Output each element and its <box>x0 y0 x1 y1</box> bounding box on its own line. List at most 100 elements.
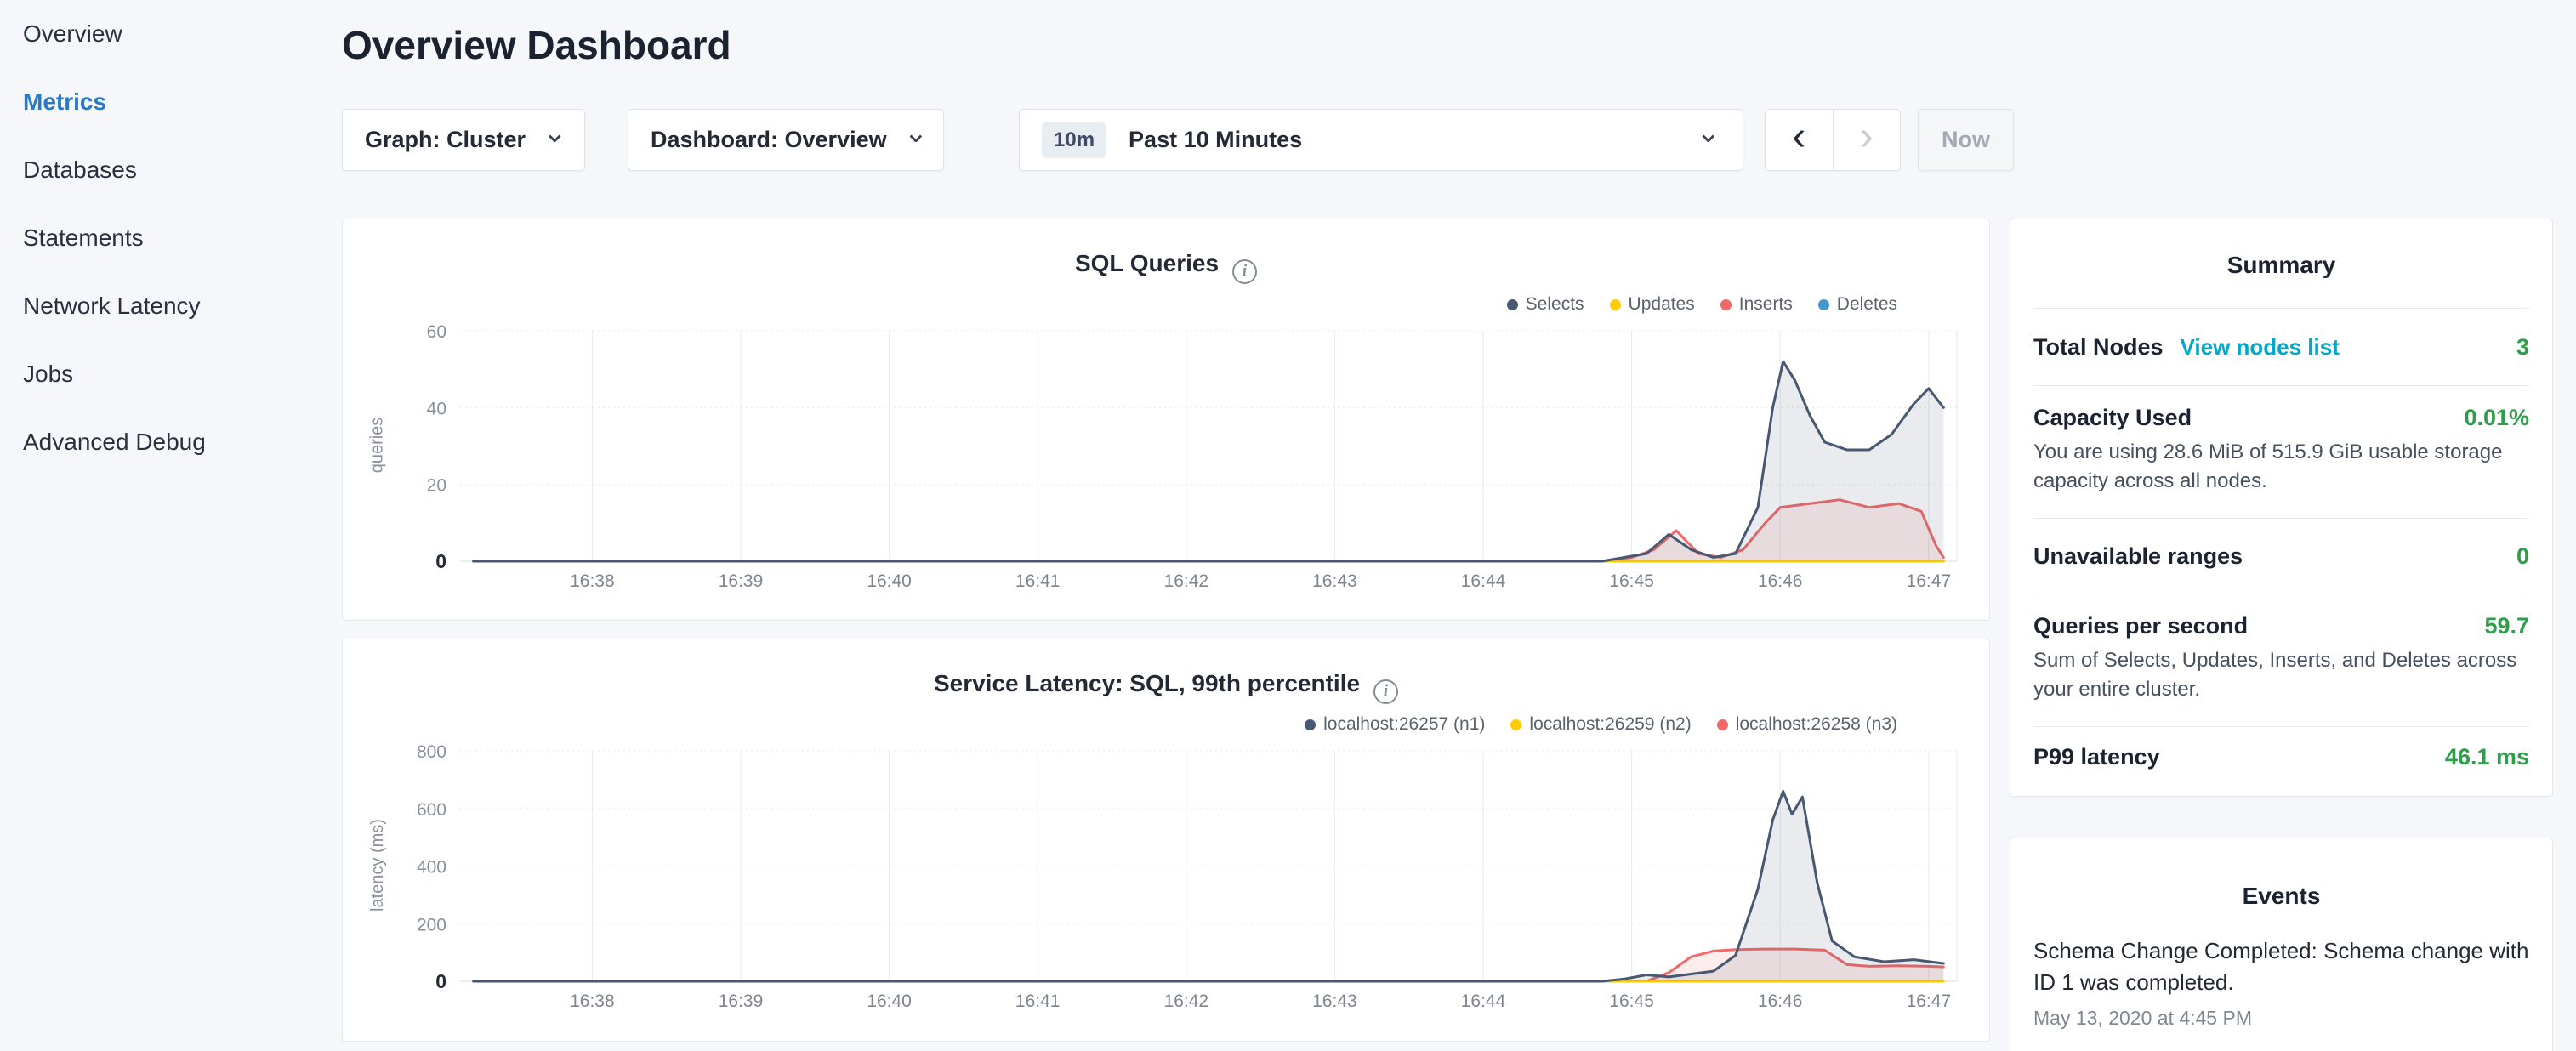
dashboard-dropdown[interactable]: Dashboard: Overview ⌄ <box>628 109 944 171</box>
legend-item[interactable]: Updates <box>1610 294 1695 315</box>
legend-label: Deletes <box>1837 294 1897 315</box>
svg-text:16:46: 16:46 <box>1758 571 1803 591</box>
toolbar: Graph: Cluster ⌄ Dashboard: Overview ⌄ 1… <box>342 109 2128 171</box>
legend-label: Updates <box>1629 294 1695 315</box>
summary-row-unavailable-ranges: Unavailable ranges 0 <box>2033 518 2529 594</box>
legend-dot-icon <box>1510 719 1521 730</box>
summary-value: 0.01% <box>2464 405 2529 431</box>
time-range-badge: 10m <box>1042 122 1106 158</box>
chart-title-row: Service Latency: SQL, 99th percentile i <box>343 670 1989 704</box>
time-step-buttons: ‹ › <box>1765 109 1901 171</box>
sidebar-item-databases[interactable]: Databases <box>0 136 323 204</box>
legend-item[interactable]: localhost:26258 (n3) <box>1717 714 1897 735</box>
graph-dropdown-label: Graph: Cluster <box>365 127 526 153</box>
legend-dot-icon <box>1305 719 1316 730</box>
svg-text:16:43: 16:43 <box>1312 991 1357 1011</box>
info-icon[interactable]: i <box>1373 679 1398 704</box>
summary-label: Unavailable ranges <box>2033 543 2243 570</box>
chart-title: Service Latency: SQL, 99th percentile <box>934 670 1360 696</box>
chart-legend: localhost:26257 (n1) localhost:26259 (n2)… <box>1305 714 1897 735</box>
svg-text:16:46: 16:46 <box>1758 991 1803 1011</box>
svg-text:20: 20 <box>427 476 446 496</box>
chart-title-row: SQL Queries i <box>343 250 1989 284</box>
legend-item[interactable]: localhost:26259 (n2) <box>1510 714 1691 735</box>
summary-description: Sum of Selects, Updates, Inserts, and De… <box>2033 646 2529 704</box>
svg-text:16:45: 16:45 <box>1609 991 1654 1011</box>
summary-value: 0 <box>2516 543 2529 570</box>
events-panel: Events Schema Change Completed: Schema c… <box>2010 838 2553 1051</box>
summary-description: You are using 28.6 MiB of 515.9 GiB usab… <box>2033 438 2529 496</box>
svg-text:200: 200 <box>417 915 446 935</box>
svg-text:40: 40 <box>427 399 446 418</box>
summary-value: 46.1 ms <box>2445 744 2529 770</box>
summary-row-total-nodes: Total Nodes View nodes list 3 <box>2033 308 2529 385</box>
summary-row-capacity-used: Capacity Used 0.01% You are using 28.6 M… <box>2033 385 2529 518</box>
sidebar-item-network-latency[interactable]: Network Latency <box>0 272 323 340</box>
sidebar-item-metrics[interactable]: Metrics <box>0 68 323 136</box>
legend-dot-icon <box>1818 299 1829 310</box>
now-button-label: Now <box>1942 127 1990 153</box>
app: Overview Metrics Databases Statements Ne… <box>0 0 2576 1051</box>
chevron-down-icon: ⌄ <box>887 118 929 147</box>
legend-item[interactable]: localhost:26257 (n1) <box>1305 714 1485 735</box>
chart-card-service-latency: Service Latency: SQL, 99th percentile i l… <box>342 639 1990 1042</box>
svg-text:16:41: 16:41 <box>1015 571 1061 591</box>
sidebar-item-advanced-debug[interactable]: Advanced Debug <box>0 408 323 476</box>
time-back-button[interactable]: ‹ <box>1766 110 1833 170</box>
legend-label: localhost:26259 (n2) <box>1529 714 1691 735</box>
legend-label: Selects <box>1526 294 1584 315</box>
svg-text:0: 0 <box>435 550 446 572</box>
svg-text:16:38: 16:38 <box>570 991 615 1011</box>
time-range-dropdown[interactable]: 10m Past 10 Minutes ⌄ <box>1019 109 1743 171</box>
summary-label: P99 latency <box>2033 744 2160 770</box>
info-icon[interactable]: i <box>1232 259 1257 284</box>
legend-dot-icon <box>1507 299 1518 310</box>
sidebar-item-overview[interactable]: Overview <box>0 0 323 68</box>
svg-text:16:39: 16:39 <box>719 571 764 591</box>
svg-text:16:40: 16:40 <box>867 991 912 1011</box>
legend-dot-icon <box>1610 299 1621 310</box>
svg-text:800: 800 <box>417 742 446 762</box>
legend-label: localhost:26257 (n1) <box>1323 714 1485 735</box>
svg-text:16:40: 16:40 <box>867 571 912 591</box>
svg-text:16:41: 16:41 <box>1015 991 1061 1011</box>
svg-text:400: 400 <box>417 858 446 878</box>
legend-label: Inserts <box>1739 294 1793 315</box>
legend-item[interactable]: Deletes <box>1818 294 1897 315</box>
svg-text:16:38: 16:38 <box>570 571 615 591</box>
summary-value: 3 <box>2516 334 2529 361</box>
summary-label: Capacity Used <box>2033 405 2192 431</box>
svg-text:16:42: 16:42 <box>1164 991 1209 1011</box>
chevron-down-icon: ⌄ <box>1680 118 1721 147</box>
time-forward-button[interactable]: › <box>1833 110 1901 170</box>
graph-dropdown[interactable]: Graph: Cluster ⌄ <box>342 109 585 171</box>
sidebar-item-statements[interactable]: Statements <box>0 204 323 272</box>
legend-dot-icon <box>1720 299 1732 310</box>
summary-label: Total Nodes <box>2033 334 2164 361</box>
legend-item[interactable]: Selects <box>1507 294 1584 315</box>
time-range-label: Past 10 Minutes <box>1129 127 1302 153</box>
summary-value: 59.7 <box>2484 613 2529 639</box>
event-timestamp: May 13, 2020 at 4:45 PM <box>2033 1007 2529 1030</box>
chart-title: SQL Queries <box>1075 250 1219 276</box>
legend-label: localhost:26258 (n3) <box>1736 714 1897 735</box>
event-message[interactable]: Schema Change Completed: Schema change w… <box>2033 935 2529 998</box>
now-button[interactable]: Now <box>1918 109 2014 171</box>
summary-row-p99-latency: P99 latency 46.1 ms <box>2033 726 2529 787</box>
sidebar-item-jobs[interactable]: Jobs <box>0 340 323 408</box>
chart-canvas[interactable]: 020406016:3816:3916:4016:4116:4216:4316:… <box>343 321 1991 611</box>
chart-canvas[interactable]: 020040060080016:3816:3916:4016:4116:4216… <box>343 741 1991 1031</box>
legend-item[interactable]: Inserts <box>1720 294 1793 315</box>
view-nodes-list-link[interactable]: View nodes list <box>2181 334 2340 361</box>
chart-card-sql-queries: SQL Queries i Selects Updates Inserts Delete… <box>342 219 1990 621</box>
summary-row-queries-per-second: Queries per second 59.7 Sum of Selects, … <box>2033 594 2529 726</box>
dashboard-dropdown-label: Dashboard: Overview <box>651 127 887 153</box>
summary-panel: Summary Total Nodes View nodes list 3 Ca… <box>2010 219 2553 797</box>
sidebar: Overview Metrics Databases Statements Ne… <box>0 0 323 476</box>
svg-text:16:47: 16:47 <box>1907 571 1952 591</box>
svg-text:600: 600 <box>417 800 446 820</box>
svg-text:16:45: 16:45 <box>1609 571 1654 591</box>
chart-legend: Selects Updates Inserts Deletes <box>1507 294 1897 315</box>
svg-text:16:43: 16:43 <box>1312 571 1357 591</box>
svg-text:16:39: 16:39 <box>719 991 764 1011</box>
